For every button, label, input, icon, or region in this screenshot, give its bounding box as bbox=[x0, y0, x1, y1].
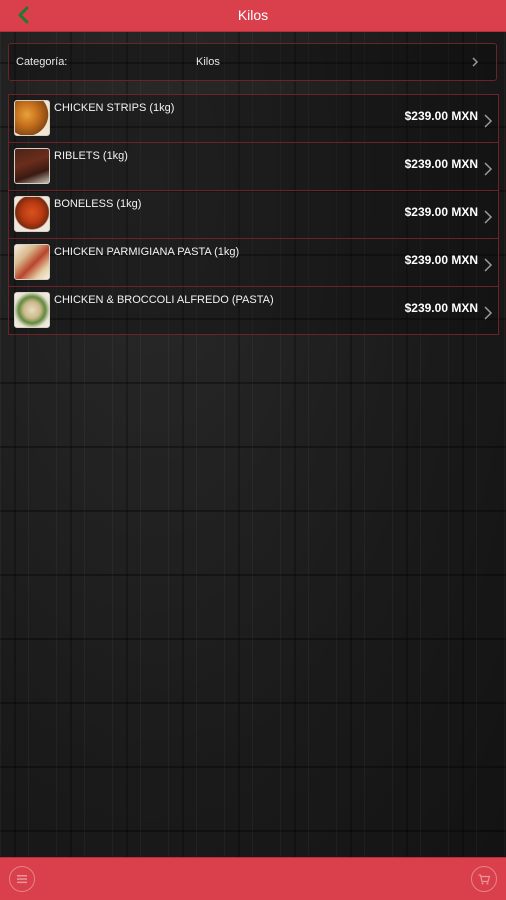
item-price: $239.00 MXN bbox=[404, 205, 478, 219]
item-name: BONELESS (1kg) bbox=[54, 198, 142, 210]
page-title: Kilos bbox=[237, 7, 269, 23]
list-item[interactable]: CHICKEN & BROCCOLI ALFREDO (PASTA) $239.… bbox=[9, 287, 498, 334]
chevron-right-icon bbox=[484, 210, 493, 224]
top-bar: Kilos bbox=[0, 0, 506, 32]
item-price: $239.00 MXN bbox=[404, 253, 478, 267]
item-name: CHICKEN STRIPS (1kg) bbox=[54, 102, 175, 114]
item-name: CHICKEN & BROCCOLI ALFREDO (PASTA) bbox=[54, 294, 274, 306]
chevron-right-icon bbox=[484, 306, 493, 320]
category-selector[interactable]: Categoría: Kilos bbox=[8, 43, 497, 81]
item-name: RIBLETS (1kg) bbox=[54, 150, 128, 162]
list-item[interactable]: CHICKEN PARMIGIANA PASTA (1kg) $239.00 M… bbox=[9, 239, 498, 287]
chevron-right-icon bbox=[484, 258, 493, 272]
list-item[interactable]: RIBLETS (1kg) $239.00 MXN bbox=[9, 143, 498, 191]
chicken-strips-photo bbox=[14, 100, 50, 136]
cart-button[interactable] bbox=[471, 866, 497, 892]
list-item[interactable]: BONELESS (1kg) $239.00 MXN bbox=[9, 191, 498, 239]
bottom-bar bbox=[0, 857, 506, 900]
riblets-photo bbox=[14, 148, 50, 184]
menu-button[interactable] bbox=[9, 866, 35, 892]
menu-circle-icon bbox=[17, 875, 27, 884]
item-price: $239.00 MXN bbox=[404, 109, 478, 123]
parmigiana-pasta-photo bbox=[14, 244, 50, 280]
category-value: Kilos bbox=[196, 56, 220, 68]
product-list: CHICKEN STRIPS (1kg) $239.00 MXN RIBLETS… bbox=[8, 94, 499, 335]
boneless-photo bbox=[14, 196, 50, 232]
cart-circle-icon bbox=[478, 874, 491, 885]
alfredo-pasta-photo bbox=[14, 292, 50, 328]
item-price: $239.00 MXN bbox=[404, 301, 478, 315]
chevron-right-icon bbox=[472, 57, 479, 67]
chevron-right-icon bbox=[484, 114, 493, 128]
item-name: CHICKEN PARMIGIANA PASTA (1kg) bbox=[54, 246, 240, 258]
category-label: Categoría: bbox=[16, 56, 68, 68]
item-price: $239.00 MXN bbox=[404, 157, 478, 171]
list-item[interactable]: CHICKEN STRIPS (1kg) $239.00 MXN bbox=[9, 95, 498, 143]
chevron-right-icon bbox=[484, 162, 493, 176]
